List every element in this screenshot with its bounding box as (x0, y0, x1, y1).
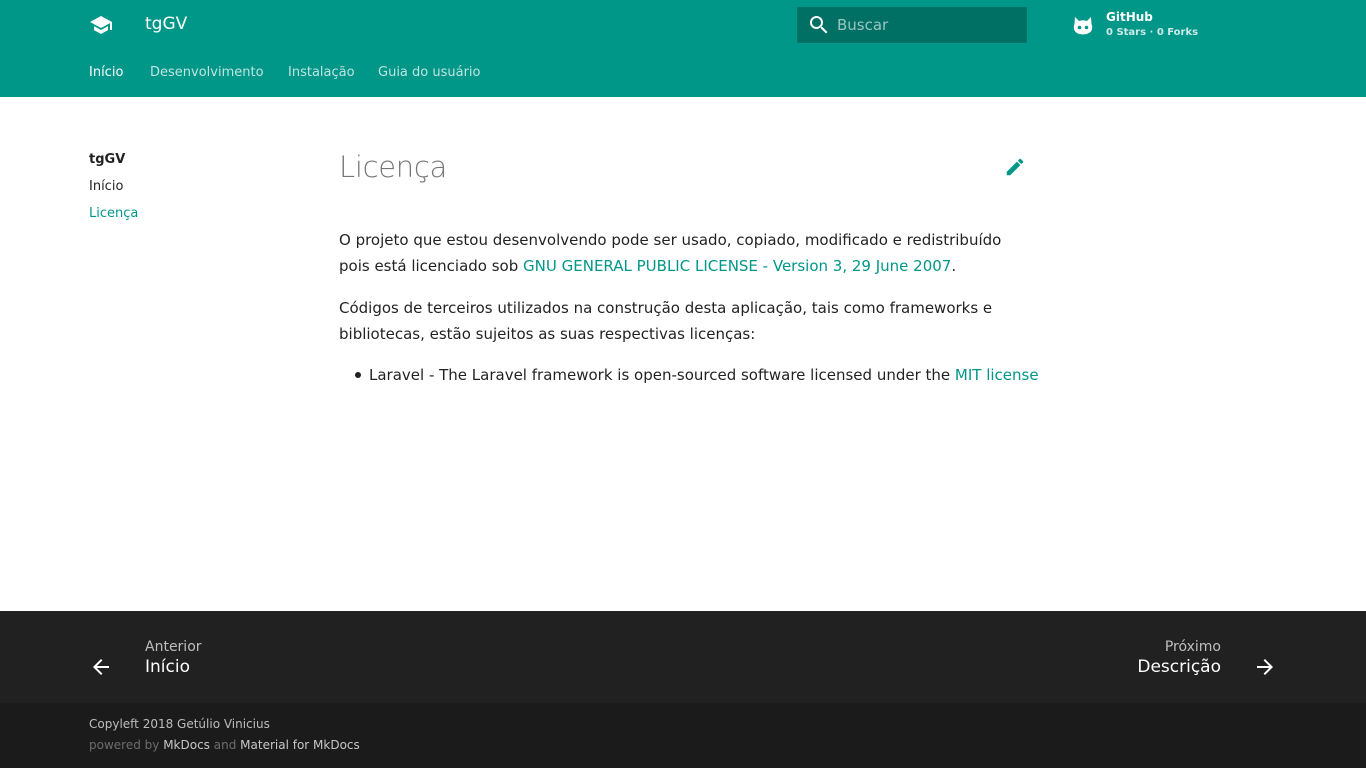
gpl-license-link[interactable]: GNU GENERAL PUBLIC LICENSE - Version 3, … (523, 257, 951, 275)
previous-title: Início (145, 657, 190, 677)
tab-desenvolvimento[interactable]: Desenvolvimento (150, 65, 264, 80)
list-item: Laravel - The Laravel framework is open-… (369, 364, 1039, 386)
github-icon (1073, 17, 1093, 35)
tabs-bar: Início Desenvolvimento Instalação Guia d… (0, 49, 1366, 97)
tab-guia-do-usuario[interactable]: Guia do usuário (378, 65, 481, 80)
material-link[interactable]: Material for MkDocs (240, 738, 360, 752)
arrow-forward-icon (1257, 659, 1273, 675)
site-header: tgGV GitHub 0 Stars · 0 Forks (0, 0, 1366, 49)
tab-inicio[interactable]: Início (89, 65, 123, 80)
search-box[interactable] (797, 7, 1027, 43)
tab-instalacao[interactable]: Instalação (288, 65, 355, 80)
next-title: Descrição (1137, 657, 1221, 677)
copyright: Copyleft 2018 Getúlio Vinicius (89, 717, 270, 731)
sidebar-item-inicio[interactable]: Início (89, 179, 123, 194)
list-bullet (355, 372, 361, 378)
list-item-text: Laravel - The Laravel framework is open-… (369, 366, 951, 384)
powered-and: and (213, 738, 237, 752)
logo-link[interactable] (89, 13, 113, 37)
repo-name: GitHub (1106, 10, 1153, 24)
pencil-icon (1006, 158, 1024, 176)
search-icon (810, 16, 828, 34)
page-title: Licença (339, 150, 447, 184)
arrow-back-icon (93, 659, 109, 675)
sidebar-item-licenca[interactable]: Licença (89, 206, 138, 221)
school-icon (90, 16, 112, 34)
repo-facts: 0 Stars · 0 Forks (1106, 27, 1199, 38)
paragraph-license-end: . (951, 257, 957, 275)
search-input[interactable] (837, 7, 1022, 43)
paragraph-license: O projeto que estou desenvolvendo pode s… (339, 227, 1019, 279)
previous-direction: Anterior (145, 639, 202, 655)
site-title: tgGV (145, 14, 188, 34)
powered-prefix: powered by (89, 738, 160, 752)
paragraph-third-party: Códigos de terceiros utilizados na const… (339, 299, 993, 343)
footer-meta: Copyleft 2018 Getúlio Vinicius powered b… (0, 703, 1366, 768)
mit-license-link[interactable]: MIT license (955, 366, 1039, 384)
edit-page-button[interactable] (1004, 156, 1026, 178)
sidebar-title: tgGV (89, 152, 126, 167)
next-direction: Próximo (1164, 639, 1221, 655)
mkdocs-link[interactable]: MkDocs (163, 738, 210, 752)
footer-nav: Anterior Início Próximo Descrição (0, 611, 1366, 703)
powered-by: powered by MkDocs and Material for MkDoc… (89, 738, 360, 752)
